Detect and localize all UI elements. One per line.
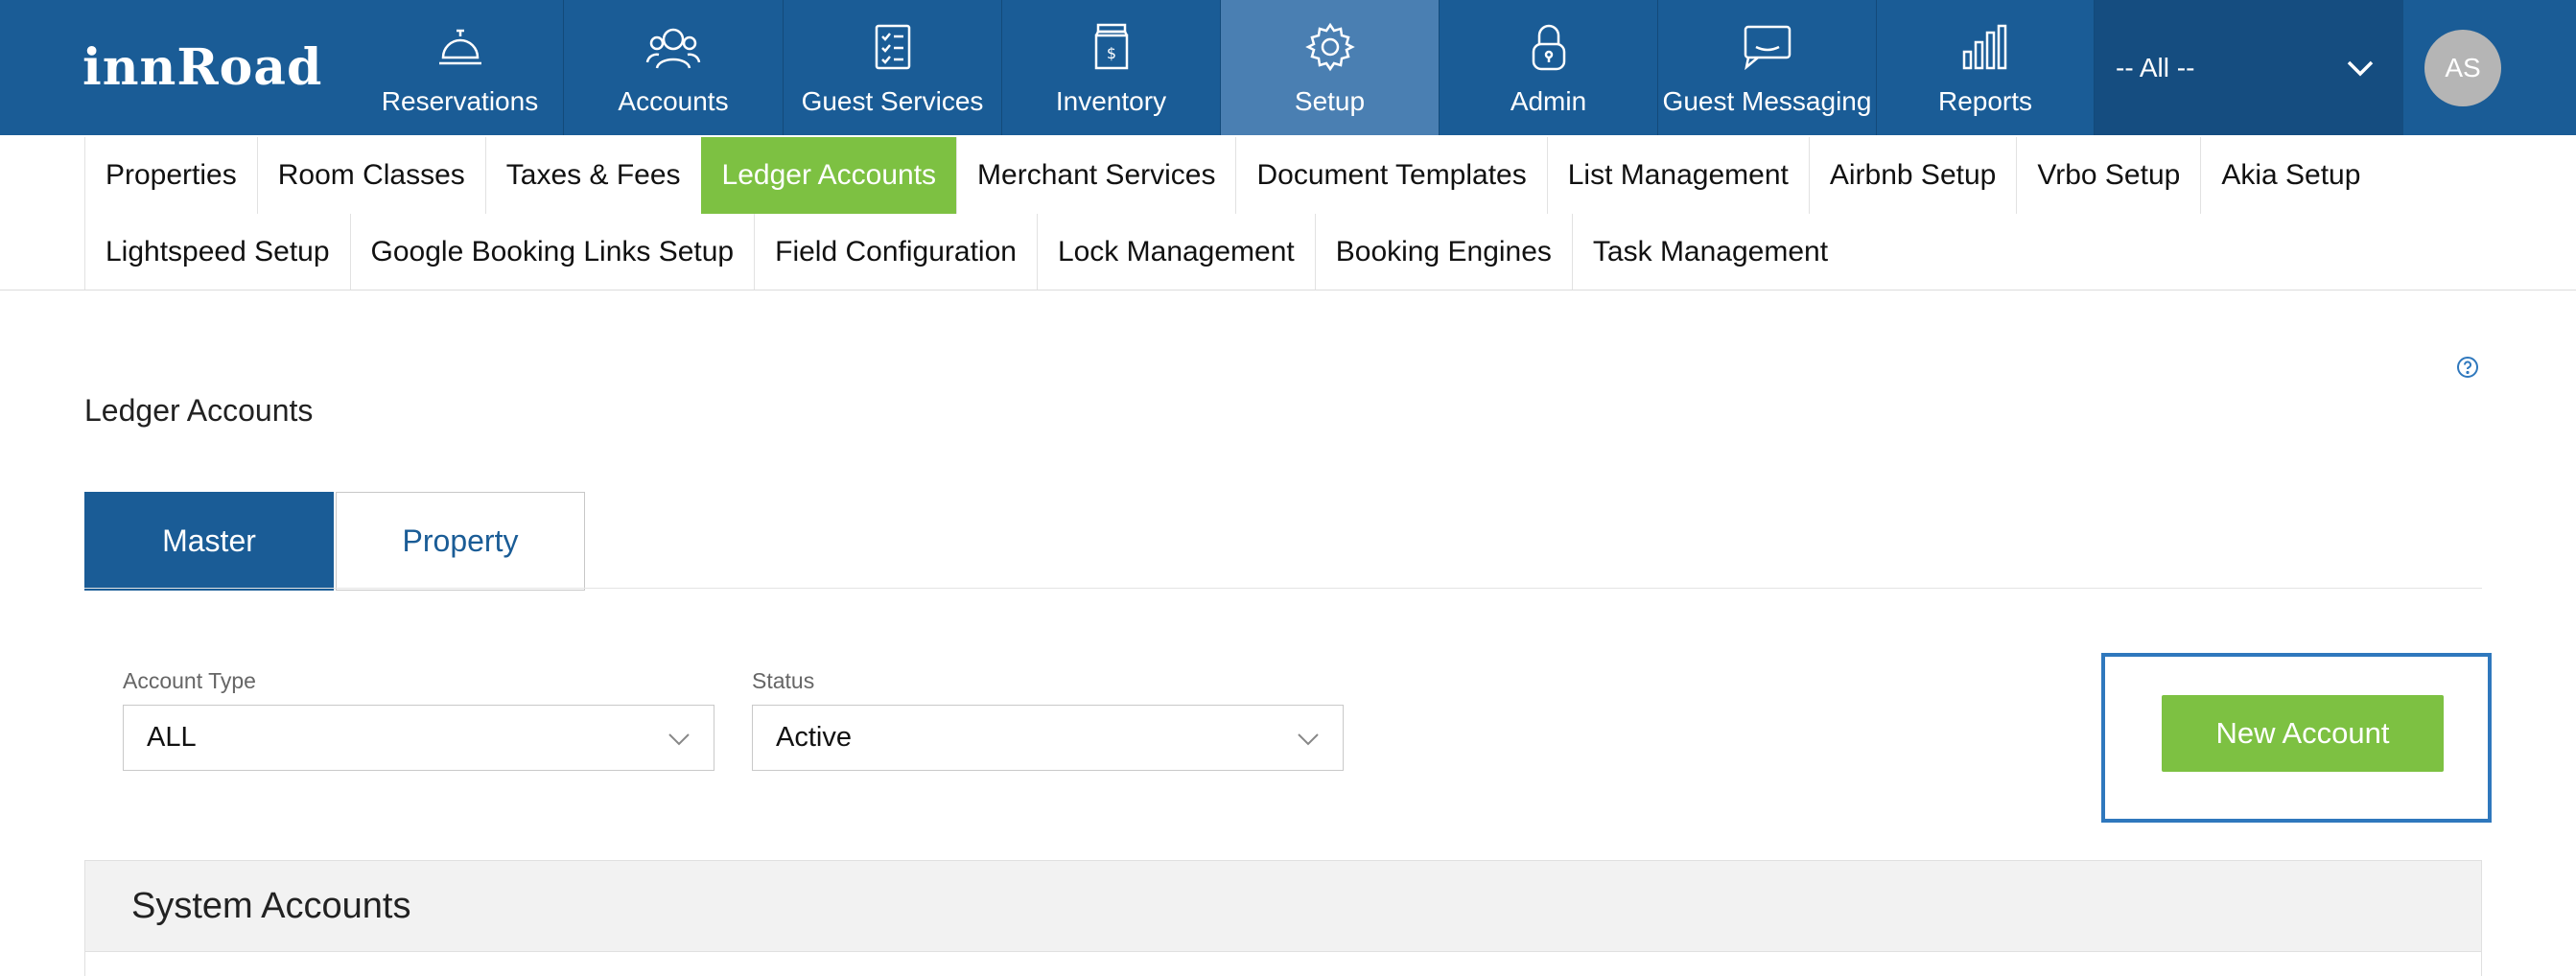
jar-icon: $ [1083, 21, 1140, 73]
svg-text:$: $ [1106, 44, 1115, 62]
avatar[interactable]: AS [2424, 29, 2501, 106]
account-type-select[interactable]: ALL [123, 705, 714, 771]
gear-icon [1301, 21, 1359, 73]
help-icon[interactable] [2456, 356, 2479, 379]
system-accounts-header: System Accounts [84, 860, 2482, 952]
user-menu: AS [2403, 0, 2576, 135]
account-type-label: Account Type [123, 668, 256, 693]
property-selector[interactable]: -- All -- [2095, 0, 2403, 135]
subnav-merchant-services[interactable]: Merchant Services [956, 137, 1235, 214]
subnav-taxes-fees[interactable]: Taxes & Fees [484, 137, 701, 214]
chevron-down-icon [1297, 722, 1320, 754]
nav-label: Reservations [381, 86, 539, 116]
chevron-down-icon [667, 722, 691, 754]
section-title: System Accounts [131, 885, 411, 926]
page-title: Ledger Accounts [84, 393, 314, 428]
chat-icon [1739, 21, 1796, 73]
subnav-field-configuration[interactable]: Field Configuration [754, 214, 1037, 290]
checklist-icon [864, 21, 922, 73]
subnav-google-booking-links-setup[interactable]: Google Booking Links Setup [349, 214, 755, 290]
nav-label: Guest Services [801, 86, 984, 116]
bar-chart-icon [1956, 21, 2014, 73]
tabs-divider [84, 588, 2482, 589]
nav-inventory[interactable]: $ Inventory [1002, 0, 1221, 135]
new-account-button[interactable]: New Account [2162, 695, 2444, 772]
lock-icon [1520, 21, 1578, 73]
subnav-lock-management[interactable]: Lock Management [1036, 214, 1315, 290]
innroad-logo[interactable]: innRoad [0, 0, 357, 135]
nav-label: Admin [1510, 86, 1587, 116]
property-selector-value: -- All -- [2116, 52, 2195, 82]
subnav-row: Properties Room Classes Taxes & Fees Led… [84, 137, 2576, 214]
nav-setup[interactable]: Setup [1221, 0, 1440, 135]
subnav-akia-setup[interactable]: Akia Setup [2200, 137, 2380, 214]
nav-label: Guest Messaging [1662, 86, 1872, 116]
nav-label: Setup [1294, 86, 1366, 116]
nav-reports[interactable]: Reports [1877, 0, 2095, 135]
subnav-ledger-accounts[interactable]: Ledger Accounts [700, 137, 957, 214]
top-navigation-bar: innRoad Reservations Accounts Guest Serv… [0, 0, 2576, 135]
nav-label: Inventory [1055, 86, 1167, 116]
status-select[interactable]: Active [752, 705, 1344, 771]
subnav-task-management[interactable]: Task Management [1571, 214, 1848, 290]
account-type-value: ALL [147, 722, 197, 753]
subnav-row: Lightspeed Setup Google Booking Links Se… [84, 214, 2576, 290]
status-value: Active [776, 722, 852, 753]
setup-subnav: Properties Room Classes Taxes & Fees Led… [84, 137, 2576, 290]
subnav-lightspeed-setup[interactable]: Lightspeed Setup [84, 214, 350, 290]
status-label: Status [752, 668, 815, 693]
subnav-vrbo-setup[interactable]: Vrbo Setup [2016, 137, 2200, 214]
subnav-properties[interactable]: Properties [84, 137, 257, 214]
subnav-room-classes[interactable]: Room Classes [256, 137, 485, 214]
system-accounts-body [84, 952, 2482, 976]
tab-master[interactable]: Master [84, 492, 334, 591]
subnav-document-templates[interactable]: Document Templates [1235, 137, 1546, 214]
subnav-airbnb-setup[interactable]: Airbnb Setup [1808, 137, 2016, 214]
subnav-booking-engines[interactable]: Booking Engines [1314, 214, 1572, 290]
nav-reservations[interactable]: Reservations [357, 0, 564, 135]
nav-guest-messaging[interactable]: Guest Messaging [1658, 0, 1877, 135]
nav-guest-services[interactable]: Guest Services [784, 0, 1002, 135]
nav-accounts[interactable]: Accounts [564, 0, 784, 135]
nav-admin[interactable]: Admin [1440, 0, 1658, 135]
tab-property[interactable]: Property [336, 492, 585, 591]
nav-label: Accounts [618, 86, 729, 116]
ledger-tabs: Master Property [84, 492, 585, 591]
chevron-down-icon [2346, 53, 2375, 83]
subnav-list-management[interactable]: List Management [1546, 137, 1809, 214]
users-icon [644, 21, 702, 73]
nav-label: Reports [1937, 86, 2033, 116]
bell-icon [432, 21, 489, 73]
